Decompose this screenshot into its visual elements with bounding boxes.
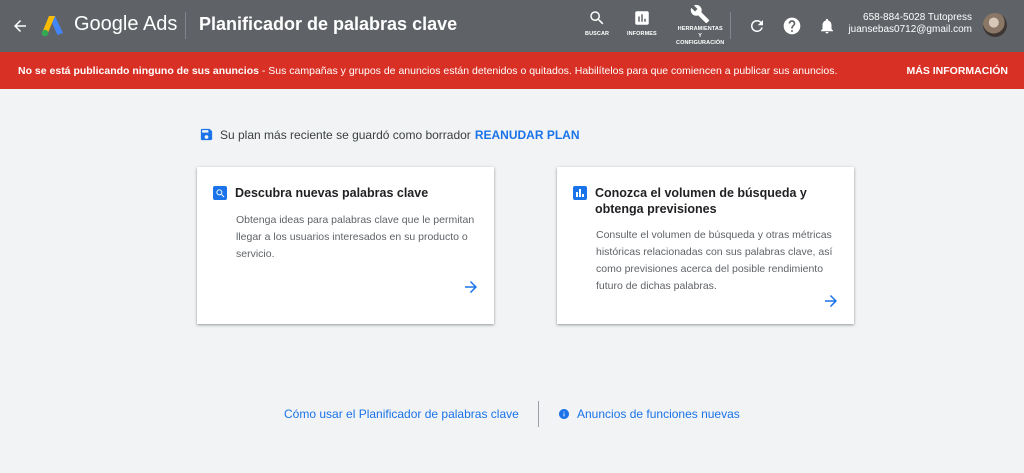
back-arrow-icon[interactable] [6,12,34,40]
reports-nav-label: INFORMES [627,31,657,37]
arrow-forward-icon[interactable] [462,278,480,296]
account-name: 658-884-5028 Tutopress [863,12,972,23]
discover-keywords-card[interactable]: Descubra nuevas palabras clave Obtenga i… [197,167,494,324]
reports-icon [635,11,649,25]
arrow-forward-icon[interactable] [822,292,840,310]
tools-settings-nav-button[interactable]: HERRAMIENTAS Y CONFIGURACIÓN [676,4,724,47]
account-info[interactable]: 658-884-5028 Tutopress juansebas0712@gma… [848,12,972,36]
reports-nav-button[interactable]: INFORMES [627,9,657,38]
resume-plan-link[interactable]: REANUDAR PLAN [475,128,580,142]
card-title: Descubra nuevas palabras clave [235,186,429,200]
search-icon [213,186,227,200]
search-icon [590,11,604,25]
alert-bold-text: No se está publicando ninguno de sus anu… [18,65,259,77]
header-divider [185,12,186,39]
search-nav-button[interactable]: BUSCAR [585,9,609,38]
new-features-link[interactable]: Anuncios de funciones nuevas [558,407,740,421]
tools-nav-label-line2: Y [698,33,703,39]
tools-nav-label-line3: CONFIGURACIÓN [676,40,725,46]
top-app-bar: Google Ads Planificador de palabras clav… [0,0,1024,52]
alert-message: No se está publicando ninguno de sus anu… [18,65,837,77]
notifications-bell-icon[interactable] [817,15,837,36]
card-header: Conozca el volumen de búsqueda y obtenga… [573,185,835,217]
card-description: Obtenga ideas para palabras clave que le… [236,214,475,260]
bar-chart-icon [573,186,587,200]
wrench-icon [690,4,710,24]
search-nav-label: BUSCAR [585,31,610,37]
alert-banner: No se está publicando ninguno de sus anu… [0,52,1024,89]
help-icon[interactable] [781,15,802,36]
alert-detail-text: - Sus campañas y grupos de anuncios está… [258,65,838,77]
search-volume-forecast-card[interactable]: Conozca el volumen de búsqueda y obtenga… [557,167,854,324]
refresh-icon[interactable] [747,16,767,36]
page-title: Planificador de palabras clave [199,14,458,34]
draft-notice: Su plan más reciente se guardó como borr… [199,127,579,142]
nav-divider [730,12,731,39]
account-email: juansebas0712@gmail.com [848,24,972,35]
draft-text: Su plan más reciente se guardó como borr… [220,127,471,142]
avatar[interactable] [983,13,1007,37]
card-header: Descubra nuevas palabras clave [213,185,475,201]
google-ads-logo[interactable] [39,12,67,40]
how-to-use-planner-link[interactable]: Cómo usar el Planificador de palabras cl… [284,407,519,421]
save-draft-icon [200,128,213,141]
info-icon [559,409,569,419]
more-info-link[interactable]: MÁS INFORMACIÓN [907,65,1009,77]
card-description: Consulte el volumen de búsqueda y otras … [596,229,833,292]
brand-name: Google Ads [74,13,178,35]
tools-nav-label-line1: HERRAMIENTAS [677,26,723,32]
new-features-label: Anuncios de funciones nuevas [577,407,740,421]
footer-divider [538,401,539,427]
card-title: Conozca el volumen de búsqueda y obtenga… [595,186,807,216]
